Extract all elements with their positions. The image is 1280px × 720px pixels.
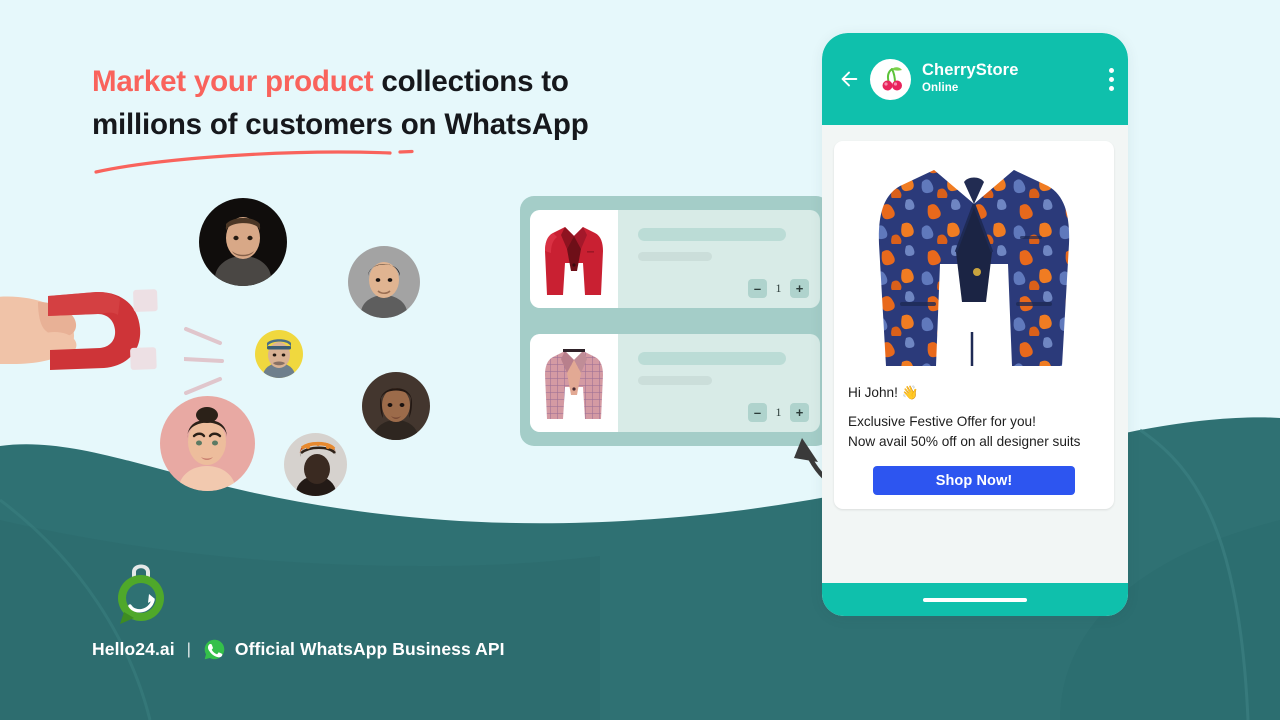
brand-name: Hello24.ai: [92, 639, 175, 659]
avatar-woman-dark-bg: [362, 372, 430, 440]
product-subtitle-placeholder: [638, 376, 712, 385]
product-image-floral-blazer: [842, 149, 1106, 377]
avatar-young-man-grey-bg: [348, 246, 420, 318]
increase-quantity-button[interactable]: +: [790, 403, 809, 422]
decrease-quantity-button[interactable]: –: [748, 403, 767, 422]
headline-accent: Market your product: [92, 65, 374, 98]
avatar-woman-pink-bg: [160, 396, 255, 491]
product-title-placeholder: [638, 228, 786, 241]
quantity-value: 1: [775, 281, 782, 295]
brand-tagline: Official WhatsApp Business API: [234, 639, 505, 659]
cart-row[interactable]: – 1 +: [530, 210, 820, 308]
message-text: Hi John! 👋 Exclusive Festive Offer for y…: [842, 377, 1106, 452]
magnet-attraction-lines: [184, 327, 224, 395]
phone-mockup: CherryStore Online Hi John! 👋 Exclusive …: [822, 33, 1128, 616]
headline-underline: [94, 149, 414, 174]
brand-separator: |: [186, 640, 191, 658]
store-name: CherryStore: [922, 60, 1019, 79]
page-title: Market your product collections to milli…: [92, 60, 712, 147]
cart-row[interactable]: – 1 +: [530, 334, 820, 432]
phone-home-bar: [822, 583, 1128, 616]
quantity-value: 1: [775, 405, 782, 419]
whatsapp-icon: [203, 638, 226, 661]
avatar[interactable]: [870, 58, 911, 100]
headline-line-2: millions of customers on WhatsApp: [92, 108, 589, 142]
message-bubble: Hi John! 👋 Exclusive Festive Offer for y…: [834, 141, 1114, 510]
product-title-placeholder: [638, 352, 786, 365]
message-body-line-2: Now avail 50% off on all designer suits: [848, 434, 1081, 450]
product-cart-panel: – 1 + – 1 +: [520, 196, 830, 446]
avatar-older-man-yellow-bg: [255, 330, 303, 378]
footer-brand: Hello24.ai | Official WhatsApp Business …: [92, 638, 505, 661]
cherry-logo-icon: [882, 67, 902, 91]
quantity-stepper[interactable]: – 1 +: [748, 279, 809, 298]
message-body-line-1: Exclusive Festive Offer for you!: [848, 414, 1036, 430]
hello24-logo-icon: [118, 564, 164, 624]
chat-header: CherryStore Online: [822, 33, 1128, 125]
quantity-stepper[interactable]: – 1 +: [748, 403, 809, 422]
headline-rest: collections to: [373, 65, 569, 98]
avatar-man-dark-bg: [199, 198, 287, 286]
avatar-woman-headwrap: [284, 433, 347, 496]
increase-quantity-button[interactable]: +: [790, 279, 809, 298]
kebab-menu-icon[interactable]: [1109, 67, 1114, 91]
shop-now-button[interactable]: Shop Now!: [873, 466, 1075, 496]
store-info: CherryStore Online: [922, 61, 1109, 97]
poster-canvas: Market your product collections to milli…: [0, 0, 1280, 720]
product-subtitle-placeholder: [638, 252, 712, 261]
cart-row-details: – 1 +: [618, 210, 820, 308]
cart-row-details: – 1 +: [618, 334, 820, 432]
arrow-left-icon[interactable]: [838, 68, 860, 90]
home-indicator: [923, 597, 1027, 602]
status-badge: Online: [922, 81, 959, 94]
product-thumbnail-pink-plaid-blazer: [530, 334, 618, 432]
magnet-illustration: [0, 289, 158, 370]
chat-area: Hi John! 👋 Exclusive Festive Offer for y…: [822, 125, 1128, 583]
product-thumbnail-red-blazer: [530, 210, 618, 308]
decrease-quantity-button[interactable]: –: [748, 279, 767, 298]
message-greeting: Hi John! 👋: [848, 385, 919, 400]
